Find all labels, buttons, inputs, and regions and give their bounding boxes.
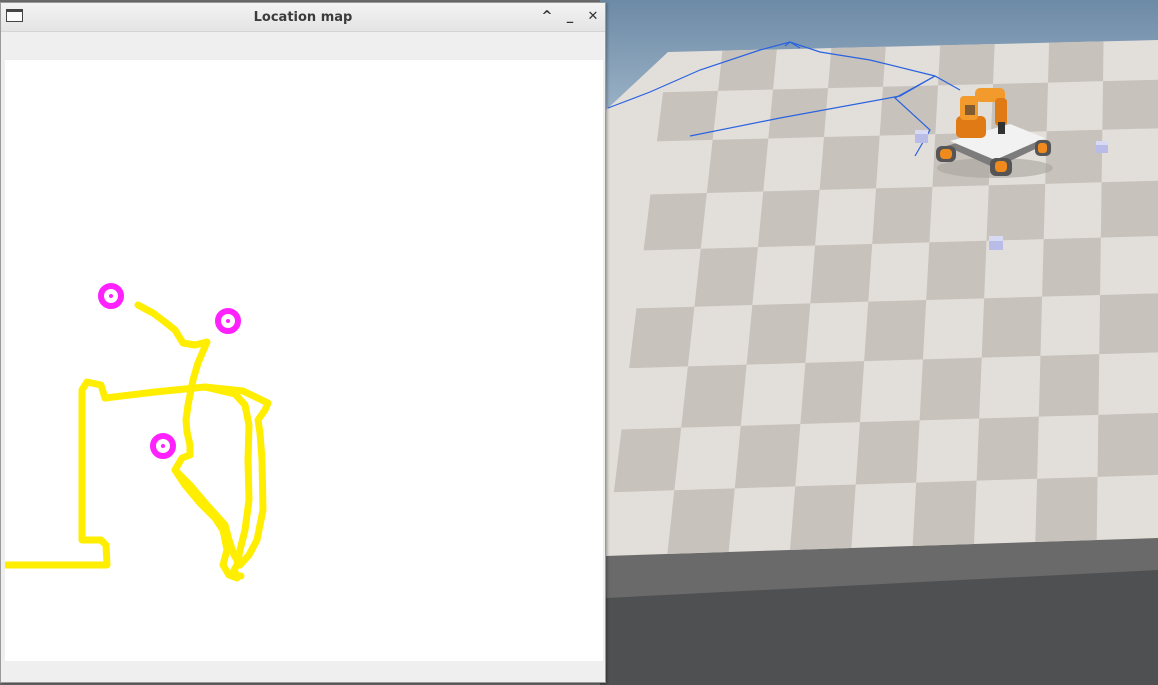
floor-tile <box>819 135 880 190</box>
floor-tile <box>1042 237 1101 297</box>
floor-tile <box>694 247 758 307</box>
floor-tile <box>828 46 886 89</box>
floor-tile <box>790 484 856 550</box>
floor-tile <box>718 49 777 91</box>
cube-object-1 <box>915 130 928 143</box>
floor-tile <box>800 361 865 424</box>
floor-tile <box>629 306 695 369</box>
window-title: Location map <box>253 10 353 25</box>
maximize-button[interactable]: ^ <box>538 7 556 27</box>
waypoint-marker-2[interactable] <box>215 308 241 334</box>
title-bar[interactable]: Location map ^ _ ✕ <box>1 3 605 32</box>
path-segment-bottom <box>5 301 272 569</box>
floor-tile <box>681 364 747 428</box>
map-drawing <box>5 283 272 582</box>
floor-tile <box>864 300 927 362</box>
floor-tile <box>667 488 735 554</box>
floor-tile <box>734 423 801 489</box>
floor-tile <box>981 296 1043 358</box>
cube-object-3 <box>989 236 1003 250</box>
robot-path-group <box>5 301 272 582</box>
floor-tile <box>1099 293 1158 355</box>
floor-tile <box>926 240 987 301</box>
floor-tile <box>768 88 829 139</box>
floor-tile <box>746 303 811 365</box>
floor-tile <box>1048 41 1104 83</box>
floor-tile <box>1100 180 1158 238</box>
floor-tile <box>855 420 920 485</box>
floor-tile <box>657 90 719 142</box>
floor-tile <box>872 186 933 244</box>
map-canvas[interactable] <box>5 60 603 661</box>
floor-tile <box>1045 129 1103 184</box>
floor-tile <box>986 183 1046 241</box>
bottom-strip <box>1 661 605 682</box>
floor-tile <box>643 192 707 251</box>
floor-tile <box>912 480 977 546</box>
floor-tile <box>1038 354 1100 417</box>
toolbar-strip <box>1 32 605 59</box>
floor-tile <box>706 138 769 193</box>
floor-tile <box>976 416 1039 481</box>
floor-tile <box>938 44 995 86</box>
waypoint-marker-1[interactable] <box>98 283 124 309</box>
cube-object-2 <box>1096 141 1108 153</box>
minimize-button[interactable]: _ <box>561 7 579 27</box>
waypoint-markers <box>98 283 241 459</box>
location-map-window[interactable]: Location map ^ _ ✕ <box>0 2 606 683</box>
floor-tile <box>757 189 820 248</box>
floor-tile <box>919 357 982 421</box>
floor-tile <box>613 427 682 493</box>
close-button[interactable]: ✕ <box>584 7 602 27</box>
floor-tile <box>1102 79 1158 130</box>
floor-tile <box>1097 413 1158 477</box>
floor-tile <box>1035 476 1098 542</box>
path-segment-inner <box>101 383 253 582</box>
floor-tile <box>810 243 873 304</box>
waypoint-marker-3[interactable] <box>150 433 176 459</box>
